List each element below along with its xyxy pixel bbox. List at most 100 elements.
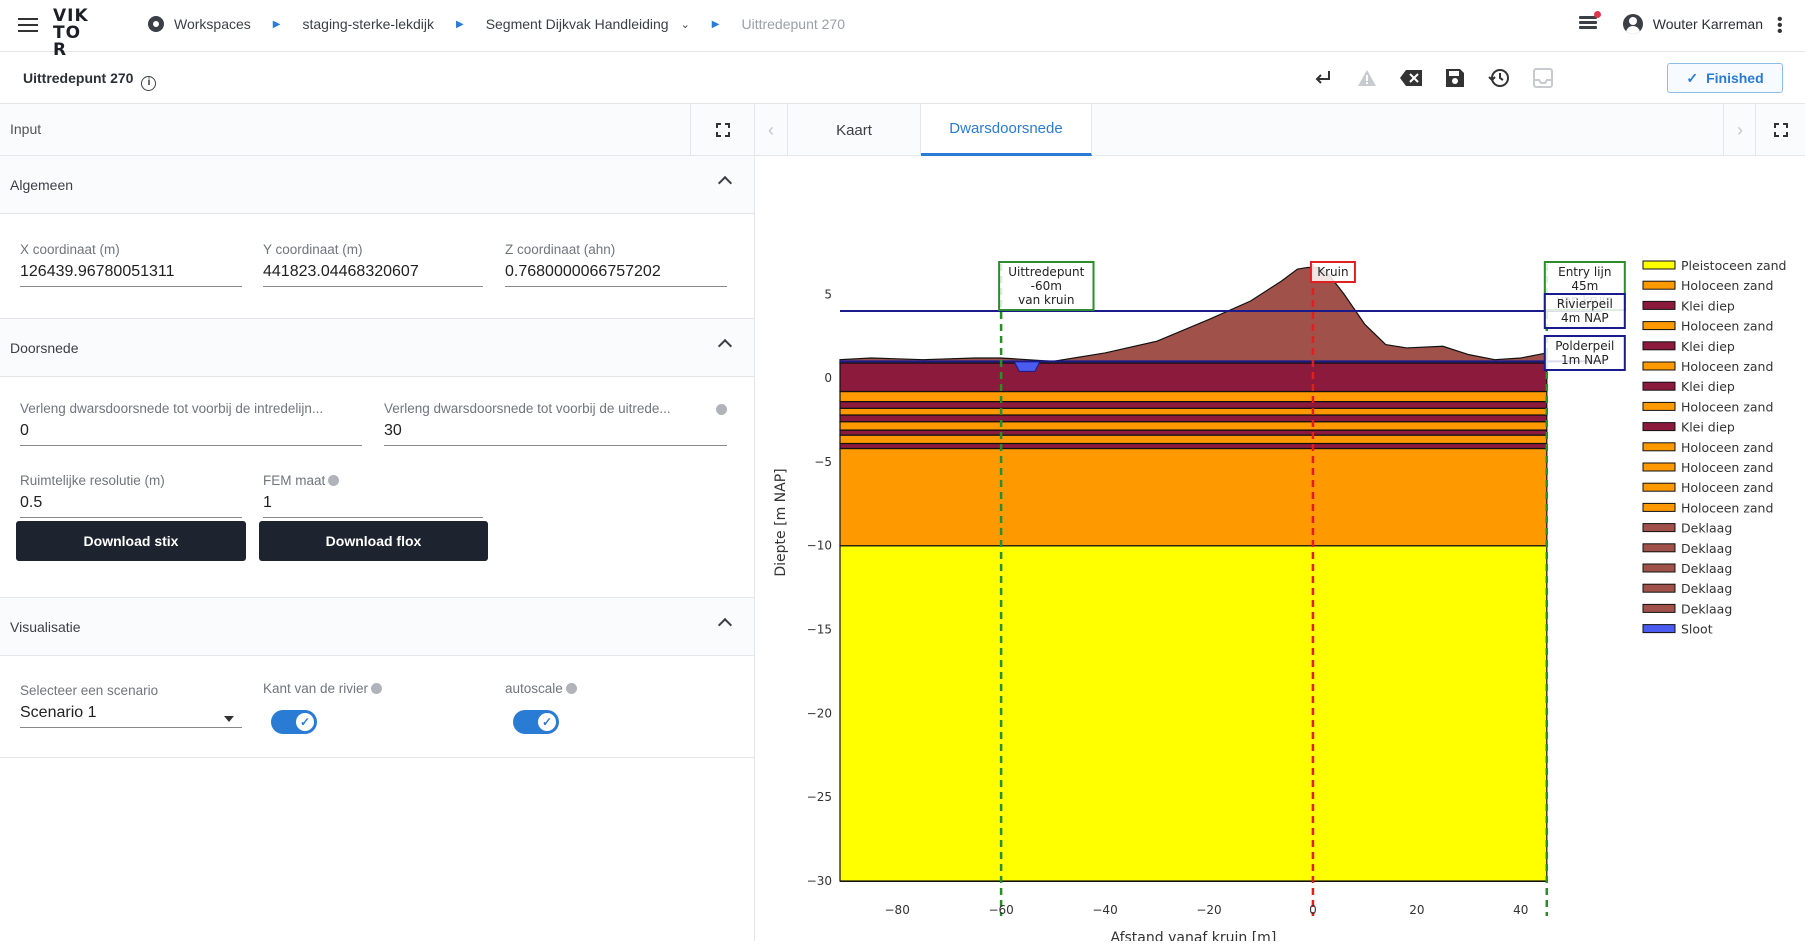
- input-panel: Input Algemeen X coordinaat (m) 126439.9…: [0, 104, 755, 941]
- dropdown-arrow-icon[interactable]: [224, 716, 234, 722]
- warning-icon[interactable]: [1355, 67, 1379, 89]
- layer-10: [839, 362, 1548, 393]
- legend-label-14: Deklaag: [1681, 541, 1732, 556]
- tab-scroll-left-icon[interactable]: ‹: [755, 104, 788, 156]
- info-icon[interactable]: [565, 683, 577, 694]
- more-options-icon[interactable]: • • •: [1777, 12, 1783, 40]
- chevron-up-icon[interactable]: [717, 175, 733, 191]
- legend-label-6: Klei diep: [1681, 379, 1735, 394]
- y-tick-label: −10: [807, 539, 832, 553]
- menu-icon[interactable]: [18, 18, 38, 32]
- entity-title: Uittredepunt 270 i: [23, 70, 157, 91]
- layer-0: [839, 545, 1548, 882]
- download-stix-button[interactable]: Download stix: [16, 521, 246, 561]
- legend-swatch-18: [1642, 624, 1676, 634]
- fem-field[interactable]: FEM maat 1: [263, 473, 483, 518]
- avatar: [1622, 14, 1643, 34]
- autoscale-label: autoscale: [505, 681, 727, 696]
- breadcrumb-workspaces[interactable]: Workspaces: [174, 16, 251, 32]
- save-icon[interactable]: [1443, 67, 1467, 89]
- expand-icon[interactable]: [690, 104, 754, 156]
- scenario-select[interactable]: Selecteer een scenario Scenario 1: [20, 683, 242, 728]
- z-coordinate-label: Z coordinaat (ahn): [505, 242, 616, 257]
- download-flox-button[interactable]: Download flox: [259, 521, 488, 561]
- tab-scroll-right-icon[interactable]: ›: [1723, 104, 1756, 156]
- legend-label-10: Holoceen zand: [1681, 460, 1773, 475]
- y-coordinate-input[interactable]: 441823.04468320607: [263, 261, 483, 287]
- view-tabs: ‹ Kaart Dwarsdoorsnede ›: [755, 104, 1805, 156]
- info-icon[interactable]: [716, 404, 727, 415]
- kant-toggle[interactable]: ✓: [271, 710, 317, 734]
- y-coordinate-label: Y coordinaat (m): [263, 242, 363, 257]
- breadcrumb-workspace[interactable]: staging-sterke-lekdijk: [302, 16, 434, 32]
- scenario-value[interactable]: Scenario 1: [20, 702, 242, 728]
- enter-icon[interactable]: [1311, 67, 1335, 89]
- section-algemeen[interactable]: Algemeen: [0, 156, 754, 214]
- resolutie-input[interactable]: 0.5: [20, 492, 242, 518]
- inbox-icon[interactable]: [1531, 67, 1555, 89]
- legend-swatch-4: [1642, 341, 1676, 351]
- intrede-extension-label: Verleng dwarsdoorsnede tot voorbij de in…: [20, 401, 324, 416]
- chevron-down-icon[interactable]: ⌄: [681, 18, 690, 31]
- x-coordinate-label: X coordinaat (m): [20, 242, 120, 257]
- legend-swatch-15: [1642, 563, 1676, 573]
- intrede-extension-field[interactable]: Verleng dwarsdoorsnede tot voorbij de in…: [20, 401, 362, 446]
- scenario-value-text: Scenario 1: [20, 704, 97, 721]
- kruin-label-text: Kruin: [1317, 265, 1348, 279]
- legend-swatch-12: [1642, 502, 1676, 512]
- z-coordinate-field[interactable]: Z coordinaat (ahn) 0.7680000066757202: [505, 242, 727, 287]
- legend-swatch-0: [1642, 260, 1676, 270]
- finished-button[interactable]: ✓ Finished: [1667, 63, 1783, 93]
- legend-label-0: Pleistoceen zand: [1681, 258, 1786, 273]
- x-tick-label: 20: [1409, 903, 1424, 917]
- notifications-icon[interactable]: [1579, 11, 1601, 34]
- autoscale-toggle[interactable]: ✓: [513, 710, 559, 734]
- cross-section-svg[interactable]: Uittredepunt-60mvan kruin Kruin Entry lijn…: [755, 156, 1805, 946]
- legend-label-8: Klei diep: [1681, 420, 1735, 435]
- polderpeil-label-text: Polderpeil: [1555, 339, 1614, 353]
- deklaag-surface: [839, 266, 1548, 364]
- x-coordinate-field[interactable]: X coordinaat (m) 126439.96780051311: [20, 242, 242, 287]
- section-visualisatie[interactable]: Visualisatie: [0, 598, 754, 656]
- user-menu[interactable]: Wouter Karreman: [1622, 14, 1763, 34]
- x-coordinate-input[interactable]: 126439.96780051311: [20, 261, 242, 287]
- info-icon[interactable]: i: [141, 76, 157, 91]
- y-tick-label: −5: [814, 455, 832, 469]
- tab-kaart[interactable]: Kaart: [788, 104, 921, 156]
- clear-icon[interactable]: [1399, 67, 1423, 89]
- doorsnede-fields: Verleng dwarsdoorsnede tot voorbij de in…: [0, 377, 754, 598]
- y-tick-label: 0: [824, 371, 832, 385]
- info-icon[interactable]: [371, 683, 383, 694]
- uittrede-extension-field[interactable]: Verleng dwarsdoorsnede tot voorbij de ui…: [384, 401, 727, 446]
- uittrede-extension-label-text: Verleng dwarsdoorsnede tot voorbij de ui…: [384, 401, 671, 416]
- chevron-up-icon[interactable]: [717, 338, 733, 354]
- resolutie-field[interactable]: Ruimtelijke resolutie (m) 0.5: [20, 473, 242, 518]
- legend-swatch-14: [1642, 543, 1676, 553]
- y-tick-label: −25: [807, 790, 832, 804]
- cross-section-chart[interactable]: Uittredepunt -60m van kruin Kruin Entry lijn…: [755, 156, 1805, 946]
- breadcrumb-current: Uittredepunt 270: [741, 16, 846, 32]
- history-icon[interactable]: [1487, 67, 1511, 89]
- uittrede-extension-input[interactable]: 30: [384, 420, 727, 446]
- fem-input[interactable]: 1: [263, 492, 483, 518]
- breadcrumb-segment[interactable]: Segment Dijkvak Handleiding: [486, 16, 669, 32]
- x-tick-label: −60: [988, 903, 1013, 917]
- layer-7: [839, 407, 1548, 416]
- finished-label: Finished: [1706, 70, 1764, 86]
- info-icon[interactable]: [328, 475, 340, 486]
- intrede-extension-input[interactable]: 0: [20, 420, 362, 446]
- section-doorsnede[interactable]: Doorsnede: [0, 319, 754, 377]
- y-coordinate-field[interactable]: Y coordinaat (m) 441823.04468320607: [263, 242, 483, 287]
- expand-icon[interactable]: [1755, 104, 1805, 156]
- kant-label: Kant van de rivier: [263, 681, 483, 696]
- z-coordinate-input[interactable]: 0.7680000066757202: [505, 261, 727, 287]
- rivierpeil-label-text: 4m NAP: [1561, 311, 1609, 325]
- entry-lijn-label-text: Entry lijn: [1558, 265, 1611, 279]
- top-bar: VIK TOR Workspaces ▶ staging-sterke-lekd…: [0, 0, 1805, 59]
- tab-dwarsdoorsnede[interactable]: Dwarsdoorsnede: [921, 104, 1092, 156]
- chevron-up-icon[interactable]: [717, 617, 733, 633]
- plot-bottom-edge: [840, 881, 1547, 882]
- section-visualisatie-title: Visualisatie: [10, 619, 81, 635]
- legend-swatch-10: [1642, 462, 1676, 472]
- x-tick-label: −40: [1092, 903, 1117, 917]
